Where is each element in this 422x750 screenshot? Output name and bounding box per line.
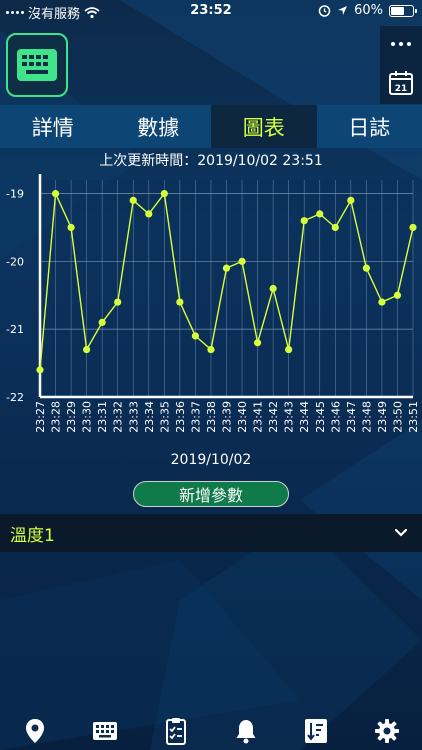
data-point: [331, 223, 339, 232]
tab-chart[interactable]: 圖表: [211, 105, 317, 148]
data-point: [378, 298, 386, 306]
sort-list-icon[interactable]: [301, 716, 331, 746]
data-point: [316, 210, 324, 218]
tab-data[interactable]: 數據: [106, 105, 212, 148]
data-point: [98, 318, 106, 327]
x-tick-label: 23:31: [96, 401, 109, 433]
x-tick-label: 23:28: [50, 401, 63, 433]
data-point: [300, 217, 308, 225]
calendar-icon[interactable]: 21: [388, 70, 414, 96]
data-point: [83, 345, 91, 354]
x-tick-label: 23:30: [81, 401, 94, 433]
bell-icon[interactable]: [231, 716, 261, 746]
data-point: [238, 257, 246, 265]
data-point: [253, 339, 262, 347]
chart-date-label: 2019/10/02: [170, 452, 252, 468]
x-tick-label: 23:44: [298, 401, 311, 433]
y-tick-label: -19: [6, 188, 24, 201]
data-point: [67, 223, 75, 232]
more-dots-icon[interactable]: [387, 36, 415, 52]
y-tick-label: -21: [6, 323, 24, 336]
keyboard-icon[interactable]: [90, 716, 120, 746]
x-tick-label: 23:29: [65, 401, 78, 433]
x-tick-label: 23:45: [314, 401, 327, 433]
add-parameter-button[interactable]: 新增參數: [133, 481, 289, 507]
x-tick-label: 23:47: [345, 401, 358, 433]
data-point: [269, 284, 277, 293]
y-tick-label: -20: [6, 255, 24, 268]
location-pin-icon[interactable]: [20, 716, 50, 746]
app-logo[interactable]: [6, 33, 68, 97]
parameter-label: 溫度1: [10, 525, 55, 546]
alarm-icon: [318, 5, 331, 17]
data-point: [129, 196, 137, 204]
data-point: [347, 196, 355, 204]
gear-icon[interactable]: [372, 716, 402, 746]
tab-log[interactable]: 日誌: [317, 105, 422, 148]
data-point: [114, 298, 122, 306]
x-tick-label: 23:46: [329, 401, 342, 433]
x-tick-label: 23:41: [252, 401, 265, 433]
x-tick-label: 23:27: [34, 401, 47, 433]
keyboard-icon: [17, 49, 57, 81]
y-tick-label: -22: [6, 391, 24, 404]
x-tick-label: 23:51: [407, 401, 420, 433]
x-tick-label: 23:40: [236, 401, 249, 433]
chevron-down-icon: [394, 528, 408, 537]
battery-level: [391, 6, 404, 15]
data-point: [409, 223, 417, 232]
x-tick-label: 23:39: [221, 401, 234, 433]
x-tick-label: 23:50: [391, 401, 404, 433]
battery-icon: [389, 4, 417, 17]
x-tick-label: 23:36: [174, 401, 187, 433]
parameter-selector[interactable]: 溫度1: [0, 514, 422, 552]
temperature-line-chart: -19-20-21-2223:27 23:28 23:29 23:30 23:31 23:…: [6, 174, 420, 433]
data-point: [191, 332, 200, 340]
data-point: [362, 264, 370, 272]
x-tick-label: 23:42: [267, 401, 280, 433]
data-point: [207, 345, 215, 354]
data-point: [160, 189, 168, 198]
data-point: [176, 298, 184, 306]
data-point: [145, 210, 153, 218]
x-tick-label: 23:37: [189, 401, 202, 433]
svg-text:21: 21: [395, 84, 408, 94]
data-point: [285, 345, 293, 354]
x-tick-label: 23:32: [112, 401, 125, 433]
x-tick-label: 23:34: [143, 401, 156, 433]
header-actions: 21: [380, 26, 422, 104]
x-tick-label: 23:43: [283, 401, 296, 433]
bottom-navigation: [0, 712, 422, 750]
last-update-text: 上次更新時間：2019/10/02 23:51: [99, 153, 323, 169]
data-point: [36, 366, 44, 374]
clipboard-checklist-icon[interactable]: [161, 716, 191, 746]
data-point: [393, 291, 402, 299]
x-tick-label: 23:48: [360, 401, 373, 433]
tab-details[interactable]: 詳情: [0, 105, 106, 148]
tab-bar: 詳情 數據 圖表 日誌: [0, 105, 422, 148]
data-point: [222, 264, 231, 272]
data-point: [51, 189, 60, 198]
x-tick-label: 23:33: [127, 401, 140, 433]
status-bar: 沒有服務 23:52 60%: [0, 0, 422, 24]
location-arrow-icon: [338, 6, 348, 15]
x-tick-label: 23:35: [158, 401, 171, 433]
x-tick-label: 23:49: [376, 401, 389, 433]
battery-percent: 60%: [354, 3, 383, 18]
status-right: 60%: [318, 3, 417, 18]
x-tick-label: 23:38: [205, 401, 218, 433]
